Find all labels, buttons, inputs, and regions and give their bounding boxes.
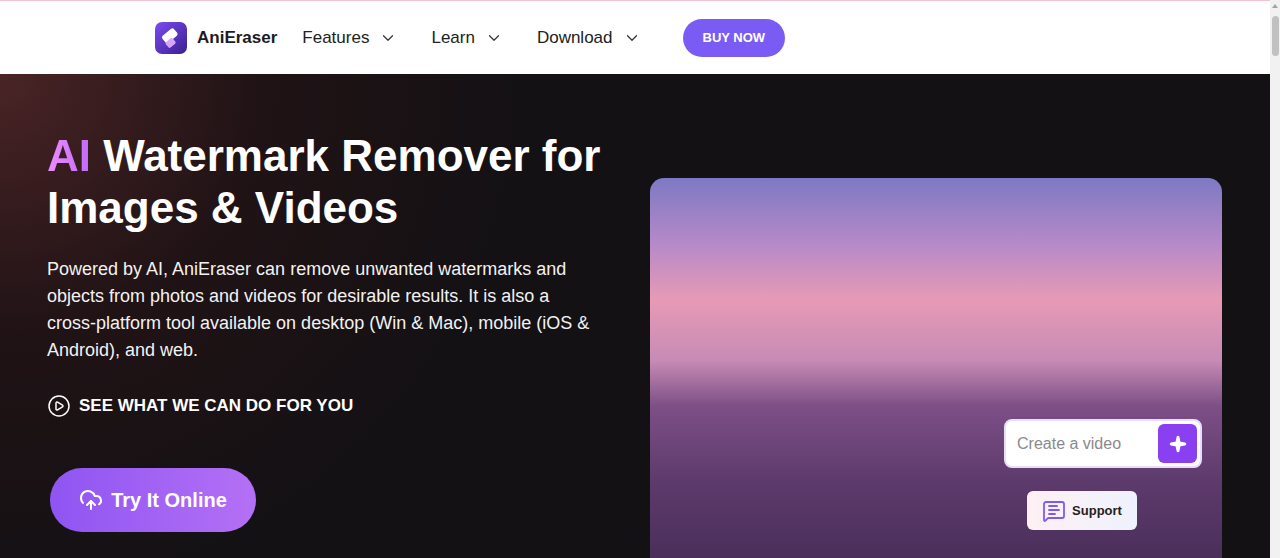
browser-window: AniEraser Features Learn Download BUY NOW AI … (0, 0, 1280, 558)
scroll-thumb[interactable] (1272, 16, 1279, 56)
nav-item[interactable]: Features (302, 28, 397, 48)
scrollbar[interactable] (1270, 0, 1280, 558)
try-online-button[interactable]: Try It Online (50, 468, 256, 532)
play-circle-icon (47, 394, 71, 418)
generate-button[interactable] (1158, 424, 1197, 463)
nav-item[interactable]: Learn (431, 28, 502, 48)
prompt-input[interactable] (1015, 434, 1154, 454)
preview-column: Support (603, 74, 1270, 558)
chat-icon (1042, 499, 1066, 523)
chevron-down-icon (485, 29, 503, 47)
hero: AI Watermark Remover forImages & Videos P… (0, 74, 1270, 558)
brand[interactable]: AniEraser (155, 22, 277, 54)
hero-text: AI Watermark Remover forImages & Videos P… (0, 74, 603, 558)
cloud-upload-icon (79, 488, 103, 512)
support-button[interactable]: Support (1027, 491, 1137, 530)
scroll-up-icon[interactable] (1272, 4, 1278, 8)
prompt-box (1004, 419, 1202, 468)
sparkle-icon (1169, 435, 1187, 453)
page: AniEraser Features Learn Download BUY NOW AI … (0, 0, 1270, 558)
hero-title: AI Watermark Remover forImages & Videos (47, 130, 603, 234)
preview-image: Support (650, 178, 1222, 558)
nav-item[interactable]: Download (537, 28, 641, 48)
hero-description: Powered by AI, AniEraser can remove unwa… (47, 256, 603, 364)
nav-bar: AniEraser Features Learn Download BUY NOW (0, 0, 1270, 74)
chevron-down-icon (379, 29, 397, 47)
title-highlight: AI (47, 131, 91, 180)
chevron-down-icon (623, 29, 641, 47)
logo-icon (155, 22, 187, 54)
buy-now-button[interactable]: BUY NOW (683, 19, 786, 57)
brand-name[interactable]: AniEraser (197, 28, 277, 48)
see-what-link[interactable]: SEE WHAT WE CAN DO FOR YOU (47, 394, 603, 418)
